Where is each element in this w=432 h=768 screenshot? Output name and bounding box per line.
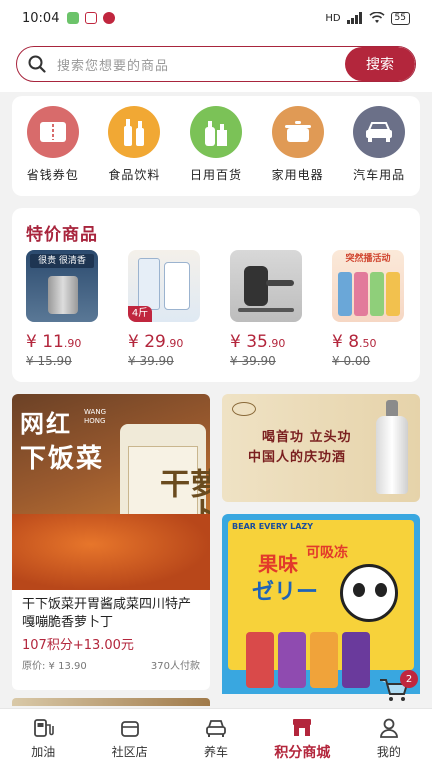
product-points-price: 107积分+13.00元 <box>22 638 134 653</box>
product-image: 萝卜干 网红 WANG HONG 下饭菜 <box>12 394 210 590</box>
next-card-peek <box>12 698 210 706</box>
tab-label: 我的 <box>376 745 401 759</box>
app-notification-icon-2 <box>103 12 116 24</box>
panda-icon <box>340 564 398 622</box>
image-caption: 很贵 很清香 <box>30 254 94 268</box>
product-image <box>230 250 302 322</box>
search-bar-area: 搜索您想要的商品 搜索 <box>0 36 432 92</box>
category-coupons[interactable]: 省钱券包 <box>16 106 90 196</box>
signal-icon <box>346 12 362 24</box>
category-label: 汽车用品 <box>353 168 406 182</box>
network-type: HD <box>325 12 341 24</box>
specials-section: 特价商品 很贵 很清香 ¥ 11.90 ¥ 15.90 4斤 ¥ 29.90 ¥… <box>12 208 420 382</box>
tab-community-store[interactable]: 社区店 <box>86 709 172 768</box>
search-input[interactable]: 搜索您想要的商品 <box>57 55 345 74</box>
pot-icon <box>271 106 324 158</box>
deal-original-price: ¥ 15.90 <box>26 354 72 368</box>
bottom-tab-bar: 加油 社区店 养车 积分商城 我的 <box>0 708 432 768</box>
coupon-icon <box>26 106 79 158</box>
sold-count: 370人付款 <box>150 661 200 672</box>
battery-indicator: 55 <box>390 11 410 25</box>
cart-badge: 2 <box>400 670 418 688</box>
weight-tag: 4斤 <box>128 306 152 322</box>
category-label: 食品饮料 <box>108 168 161 182</box>
product-headline: 果味 <box>258 552 298 576</box>
deal-price: ¥ 8.50 <box>332 332 377 352</box>
category-car-supplies[interactable]: 汽车用品 <box>342 106 416 196</box>
product-image: 4斤 <box>128 250 200 322</box>
category-label: 家用电器 <box>271 168 324 182</box>
liquor-bottle-icon <box>372 400 412 496</box>
tab-gas[interactable]: 加油 <box>0 709 86 768</box>
wifi-icon <box>368 12 385 23</box>
search-button[interactable]: 搜索 <box>345 47 415 81</box>
product-image: 突然播活动 <box>332 250 404 322</box>
product-subtitle: ゼリー <box>252 580 319 605</box>
category-label: 日用百货 <box>189 168 242 182</box>
status-bar: 10:04 HD 55 <box>0 0 432 36</box>
search-icon <box>17 55 57 73</box>
wechat-icon <box>67 12 80 24</box>
banner-line-2: 中国人的庆功酒 <box>248 450 347 465</box>
car-care-icon <box>206 720 226 737</box>
deal-price: ¥ 29.90 <box>128 332 184 352</box>
app-notification-icon <box>85 12 98 24</box>
promo-line-1: 网红 <box>20 410 72 438</box>
deal-item[interactable]: 很贵 很清香 ¥ 11.90 ¥ 15.90 <box>26 250 110 368</box>
tab-points-mall[interactable]: 积分商城 <box>259 709 345 768</box>
deal-price: ¥ 11.90 <box>26 332 82 352</box>
image-caption: 突然播活动 <box>345 254 391 264</box>
original-price: 原价: ¥ 13.90 <box>22 661 87 672</box>
store-icon <box>120 721 139 737</box>
category-panel: 省钱券包 食品饮料 日用百货 家用电器 汽车用品 <box>12 96 420 196</box>
deal-item[interactable]: 4斤 ¥ 29.90 ¥ 39.90 <box>128 250 212 368</box>
tab-label: 加油 <box>31 745 56 759</box>
product-title: 干下饭菜开胃酱咸菜四川特产嘎嘣脆香萝卜丁 <box>22 597 192 630</box>
deal-original-price: ¥ 39.90 <box>128 354 174 368</box>
tab-label: 社区店 <box>111 745 148 759</box>
tab-label: 养车 <box>204 745 229 759</box>
category-daily-goods[interactable]: 日用百货 <box>179 106 253 196</box>
bottles-icon <box>108 106 161 158</box>
brand-label: BEAR EVERY LAZY <box>232 522 314 531</box>
tab-car-care[interactable]: 养车 <box>173 709 259 768</box>
category-label: 省钱券包 <box>26 168 79 182</box>
category-food-drinks[interactable]: 食品饮料 <box>97 106 171 196</box>
product-card[interactable]: 萝卜干 网红 WANG HONG 下饭菜 干下饭菜开胃酱咸菜四川特产嘎嘣脆香萝卜… <box>12 394 210 690</box>
product-headline-2: 可吸冻 <box>306 545 348 561</box>
section-title: 特价商品 <box>26 225 98 245</box>
deal-original-price: ¥ 0.00 <box>332 354 371 368</box>
deal-original-price: ¥ 39.90 <box>230 354 276 368</box>
product-image: 很贵 很清香 <box>26 250 98 322</box>
liquor-banner[interactable]: 喝首功 立头功 中国人的庆功酒 <box>222 394 420 502</box>
promo-line-2: 下饭菜 <box>20 444 105 474</box>
tab-mine[interactable]: 我的 <box>346 709 432 768</box>
deal-item[interactable]: ¥ 35.90 ¥ 39.90 <box>230 250 314 368</box>
user-icon <box>379 718 398 738</box>
mall-icon <box>293 718 312 736</box>
deal-price: ¥ 35.90 <box>230 332 286 352</box>
category-appliances[interactable]: 家用电器 <box>261 106 335 196</box>
search-box[interactable]: 搜索您想要的商品 搜索 <box>16 46 416 82</box>
car-icon <box>353 106 406 158</box>
detergent-icon <box>189 106 242 158</box>
jelly-product-card[interactable]: BEAR EVERY LAZY 果味 可吸冻 ゼリー <box>222 514 420 694</box>
tab-label: 积分商城 <box>274 744 331 761</box>
promo-brand: WANG HONG <box>84 408 106 425</box>
banner-line-1: 喝首功 立头功 <box>262 430 352 445</box>
product-meta: 原价: ¥ 13.90 370人付款 <box>12 653 210 672</box>
floating-cart-button[interactable]: 2 <box>376 670 418 708</box>
deal-item[interactable]: 突然播活动 ¥ 8.50 ¥ 0.00 <box>332 250 416 368</box>
status-time: 10:04 <box>22 10 60 26</box>
gas-station-icon <box>34 719 55 737</box>
